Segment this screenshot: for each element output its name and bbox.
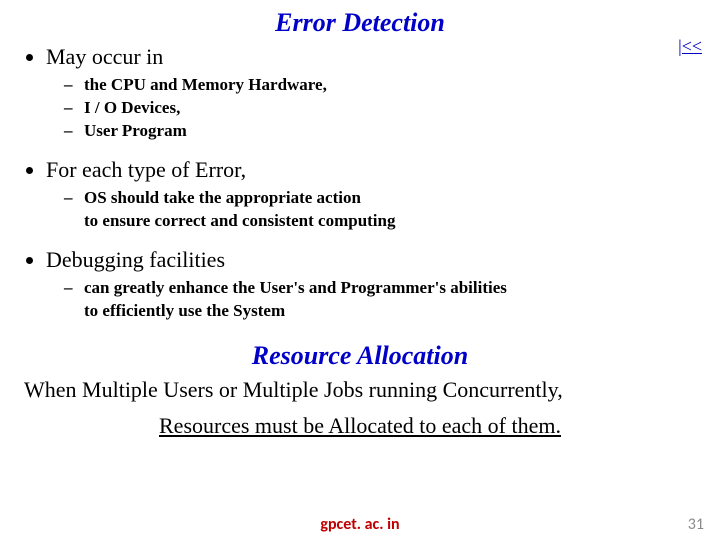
sub-item: the CPU and Memory Hardware, (64, 74, 702, 97)
page-number: 31 (688, 515, 704, 534)
bullet-each-type: For each type of Error, OS should take t… (46, 157, 702, 233)
heading-error-detection: Error Detection (18, 8, 702, 38)
bullet-may-occur: May occur in the CPU and Memory Hardware… (46, 44, 702, 143)
bullet-debugging: Debugging facilities can greatly enhance… (46, 247, 702, 323)
back-link[interactable]: |<< (678, 36, 702, 57)
bottom-text: When Multiple Users or Multiple Jobs run… (18, 377, 702, 439)
bullet-list: May occur in the CPU and Memory Hardware… (26, 44, 702, 323)
bullet-text: May occur in (46, 44, 163, 69)
sub-list: can greatly enhance the User's and Progr… (64, 277, 702, 323)
heading-resource-allocation: Resource Allocation (18, 341, 702, 371)
sub-item: User Program (64, 120, 702, 143)
slide: Error Detection |<< May occur in the CPU… (0, 0, 720, 540)
footer-site: gpcet. ac. in (0, 515, 720, 534)
bullet-text: For each type of Error, (46, 157, 246, 182)
sub-list: OS should take the appropriate actionto … (64, 187, 702, 233)
sub-item: OS should take the appropriate actionto … (64, 187, 702, 233)
bullet-text: Debugging facilities (46, 247, 225, 272)
sub-item: I / O Devices, (64, 97, 702, 120)
sub-list: the CPU and Memory Hardware, I / O Devic… (64, 74, 702, 143)
bottom-line-2: Resources must be Allocated to each of t… (18, 413, 702, 439)
sub-item: can greatly enhance the User's and Progr… (64, 277, 702, 323)
bottom-line-1: When Multiple Users or Multiple Jobs run… (24, 377, 702, 403)
